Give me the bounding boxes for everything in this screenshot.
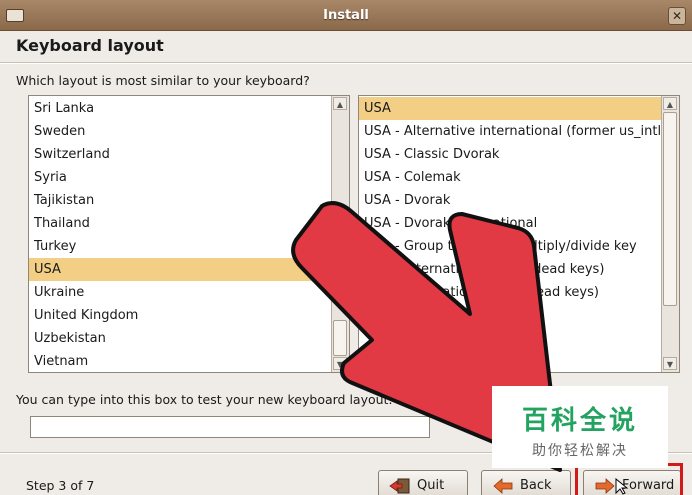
watermark-subtitle: 助你轻松解决 xyxy=(532,443,628,459)
watermark: 百科全说 助你轻松解决 xyxy=(492,386,668,468)
watermark-title: 百科全说 xyxy=(521,406,638,436)
installer-window: Install ✕ Keyboard layout Which layout i… xyxy=(0,0,692,495)
mouse-cursor-icon xyxy=(615,478,629,495)
